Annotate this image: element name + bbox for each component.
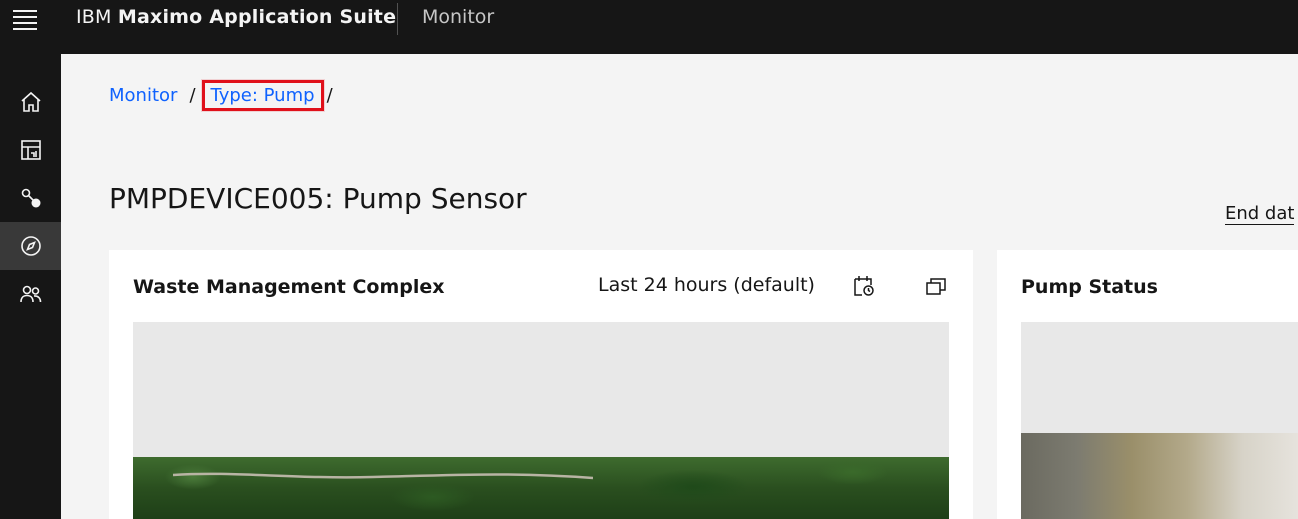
brand-ibm: IBM <box>76 6 112 28</box>
card-waste-management-complex: Waste Management Complex Last 24 hours (… <box>109 250 973 519</box>
breadcrumb-link-monitor[interactable]: Monitor <box>109 85 177 106</box>
compass-icon <box>20 236 41 256</box>
sidenav-item-connections[interactable] <box>0 174 61 222</box>
end-date-picker[interactable]: End dat <box>1225 203 1295 225</box>
pump-photo <box>1021 433 1298 519</box>
breadcrumb-separator: / <box>189 85 196 106</box>
sidenav-item-users[interactable] <box>0 270 61 318</box>
breadcrumb-separator: / <box>326 85 333 106</box>
dashboard-icon <box>20 140 41 160</box>
sidenav-item-home[interactable] <box>0 78 61 126</box>
connection-icon <box>21 188 40 208</box>
home-icon <box>20 91 41 112</box>
card-title: Pump Status <box>1021 276 1158 298</box>
calendar-clock-icon[interactable] <box>852 274 876 298</box>
map-road <box>173 472 593 480</box>
aerial-map-image <box>133 457 949 519</box>
header-divider <box>397 3 398 35</box>
user-multiple-icon <box>19 285 41 303</box>
pump-photo-area <box>1021 322 1298 519</box>
card-pump-status: Pump Status <box>997 250 1298 519</box>
expand-icon[interactable] <box>924 274 948 298</box>
side-navigation <box>0 54 61 519</box>
map-view[interactable] <box>133 322 949 519</box>
sidenav-item-dashboards[interactable] <box>0 126 61 174</box>
page-title: PMPDEVICE005: Pump Sensor <box>109 182 527 215</box>
breadcrumb: Monitor / Type: Pump / <box>109 80 333 111</box>
sidenav-item-monitor[interactable] <box>0 222 61 270</box>
card-time-range[interactable]: Last 24 hours (default) <box>598 274 815 296</box>
top-header: IBM Maximo Application Suite Monitor <box>0 0 1298 54</box>
header-app-name[interactable]: Monitor <box>422 6 494 28</box>
brand-product-name: Maximo Application Suite <box>117 6 397 28</box>
breadcrumb-link-type-pump[interactable]: Type: Pump <box>201 80 324 111</box>
hamburger-menu-icon[interactable] <box>0 0 50 40</box>
card-title: Waste Management Complex <box>133 276 445 298</box>
product-brand[interactable]: IBM Maximo Application Suite <box>76 6 396 28</box>
